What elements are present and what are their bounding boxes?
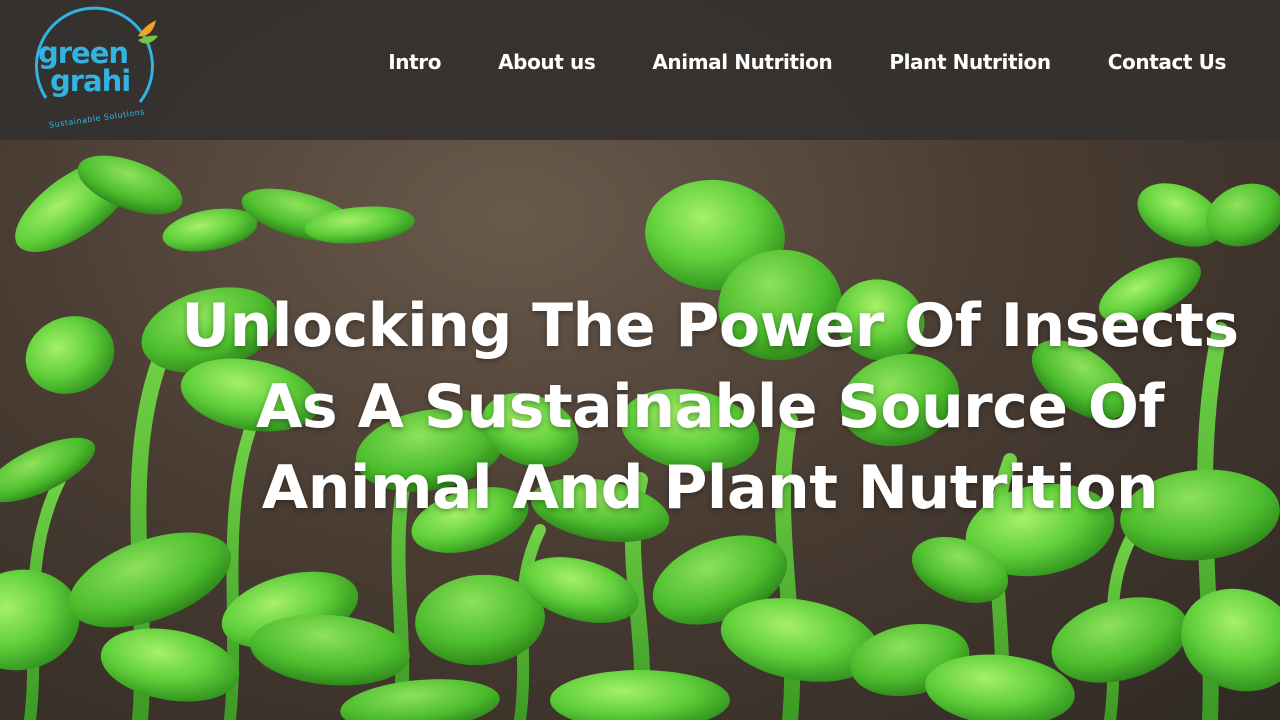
headline-line-3: Animal And Plant Nutrition (261, 453, 1159, 523)
nav-item-contact-us[interactable]: Contact Us (1108, 50, 1227, 74)
headline-line-2: As A Sustainable Source Of (255, 372, 1165, 442)
leaf-orange-icon (138, 20, 156, 37)
logo-text-grahi: grahi (50, 64, 131, 98)
greengrahi-logo[interactable]: green grahi Sustainable Solutions (28, 6, 160, 134)
nav-item-plant-nutrition[interactable]: Plant Nutrition (889, 50, 1051, 74)
nav-item-animal-nutrition[interactable]: Animal Nutrition (652, 50, 832, 74)
main-navigation: Intro About us Animal Nutrition Plant Nu… (388, 46, 1226, 78)
nav-item-about-us[interactable]: About us (498, 50, 596, 74)
site-header: green grahi Sustainable Solutions Intro … (0, 0, 1280, 140)
nav-item-intro[interactable]: Intro (388, 50, 441, 74)
hero-headline: Unlocking The Power Of Insects As A Sust… (120, 286, 1280, 529)
leaf-green-icon (138, 35, 158, 44)
headline-line-1: Unlocking The Power Of Insects (181, 291, 1239, 361)
